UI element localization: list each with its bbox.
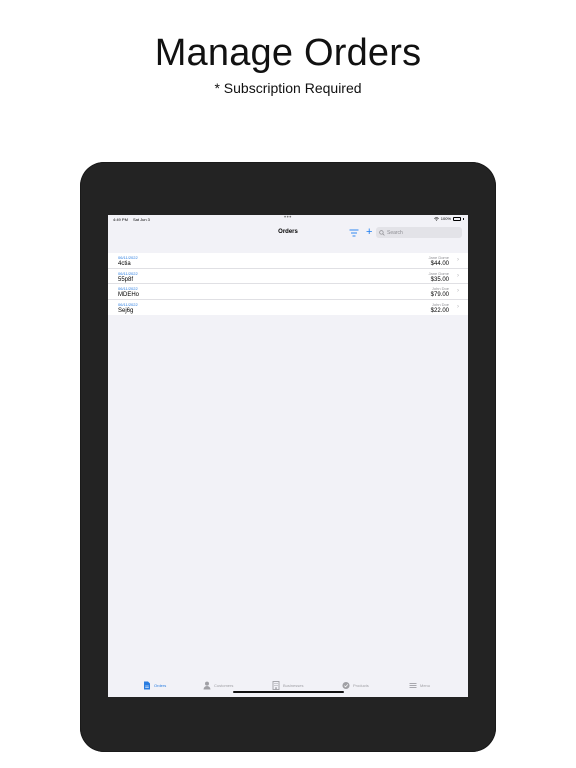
home-indicator[interactable] [233, 691, 344, 693]
order-amount: $44.00 [430, 261, 449, 267]
building-icon [272, 680, 280, 690]
battery-cap [463, 217, 464, 220]
order-date: 06/11/2022 [118, 301, 138, 307]
search-icon [379, 229, 385, 236]
order-row[interactable]: 06/11/2022 4ctia Jane Dome $44.00 › [108, 253, 468, 269]
tab-products[interactable]: Products [342, 680, 369, 690]
navigation-bar: Orders + [108, 224, 468, 248]
battery-icon [453, 216, 461, 221]
order-id: Sej6g [118, 307, 134, 314]
wifi-icon [433, 216, 439, 221]
order-date: 06/11/2022 [118, 255, 138, 260]
page-title: Orders [278, 229, 298, 235]
tag-icon [342, 681, 350, 689]
document-icon [144, 681, 150, 689]
order-amount: $79.00 [430, 292, 449, 298]
status-indicators: 100% [433, 216, 464, 221]
chevron-right-icon: › [457, 272, 459, 279]
person-icon [203, 681, 211, 689]
chevron-right-icon: › [457, 288, 459, 294]
promo-title: Manage Orders [154, 32, 422, 74]
tab-orders[interactable]: Orders [143, 680, 166, 690]
battery-percent: 100% [440, 216, 451, 221]
tab-label: Customers [214, 682, 234, 688]
tab-customers[interactable]: Customers [203, 680, 233, 690]
tab-label: Businesses [283, 682, 304, 688]
order-row[interactable]: 06/11/2022 MDEHo John Doe $79.00 › [108, 284, 468, 300]
status-bar: 4:49 PM Sat Jun 3 ••• 100% [108, 215, 468, 224]
order-amount: $35.00 [430, 276, 449, 283]
orders-list: 06/11/2022 4ctia Jane Dome $44.00 › 06/1… [108, 253, 468, 315]
status-time: 4:49 PM [113, 217, 128, 222]
tab-menu[interactable]: Menu [409, 680, 430, 690]
tab-label: Menu [420, 682, 431, 688]
order-customer: Jane Dome [428, 270, 449, 276]
order-row[interactable]: 06/11/2022 Sej6g John Doe $22.00 › [108, 300, 468, 316]
order-id: 4ctia [118, 261, 131, 267]
tab-bar: Orders Customers Businesses Products Men… [108, 675, 468, 697]
order-id: MDEHo [118, 292, 140, 298]
order-date: 06/11/2022 [118, 270, 138, 276]
menu-icon [409, 682, 417, 688]
order-id: 55p8f [118, 276, 134, 283]
order-amount: $22.00 [430, 307, 449, 314]
chevron-right-icon: › [457, 303, 459, 310]
add-order-button[interactable]: + [366, 227, 372, 238]
order-customer: John Doe [431, 286, 449, 291]
app-screen: 4:49 PM Sat Jun 3 ••• 100% Orders + Sear… [108, 215, 468, 697]
tab-label: Orders [154, 682, 167, 688]
order-customer: John Doe [431, 301, 449, 307]
tab-businesses[interactable]: Businesses [272, 680, 303, 690]
promo-subtitle: * Subscription Required [214, 80, 362, 96]
status-date: Sat Jun 3 [133, 217, 150, 222]
order-customer: Jane Dome [428, 255, 449, 260]
filter-icon[interactable] [349, 229, 359, 237]
tab-label: Products [353, 682, 369, 688]
chevron-right-icon: › [457, 257, 459, 263]
order-row[interactable]: 06/11/2022 55p8f Jane Dome $35.00 › [108, 269, 468, 284]
search-field[interactable] [376, 227, 462, 238]
search-input[interactable] [387, 229, 457, 236]
order-date: 06/11/2022 [118, 286, 138, 291]
multitasking-dots[interactable]: ••• [284, 215, 292, 221]
